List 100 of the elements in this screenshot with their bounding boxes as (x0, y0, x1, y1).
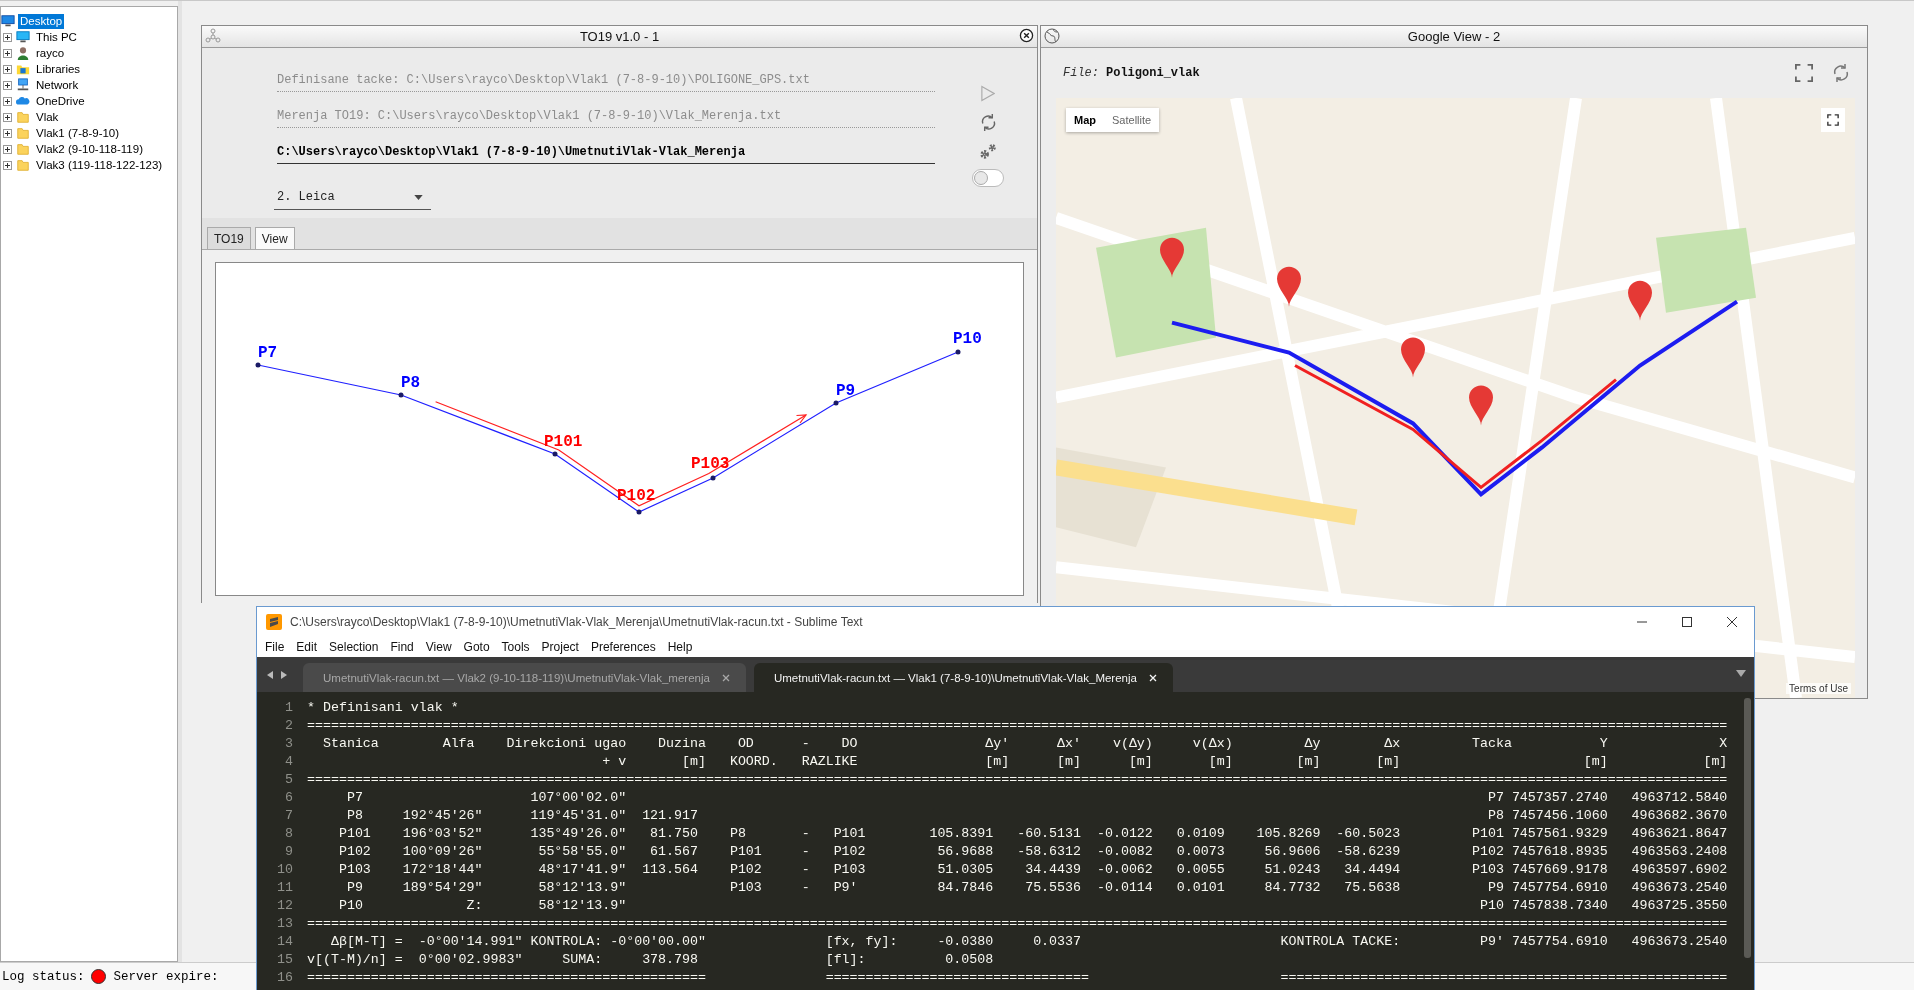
menu-item[interactable]: Edit (296, 640, 318, 654)
survey-point (955, 349, 961, 355)
window-title: C:\Users\rayco\Desktop\Vlak1 (7-8-9-10)\UmetnutiVlak-Vlak_Merenja\UmetnutiVlak-racun.txt - Sublime Text (290, 615, 863, 629)
menu-item[interactable]: Goto (463, 640, 490, 654)
code-line: P101 196°03'52" 135°49'26.0" 81.750 P8 - P101 105.8391 -60.5131 -0.0122 0.0109 105.8269 -60.5023 P101 7457561.9329 4963621.8647 (337, 825, 1728, 841)
tree-item[interactable]: Vlak2 (9-10-118-119) (34, 141, 145, 157)
line-number: 7 (284, 807, 294, 823)
expand-icon[interactable] (3, 80, 12, 90)
menu-item[interactable]: Selection (329, 640, 379, 654)
code-line: P7 107°00'02.0" P7 7457357.2740 4963712.5840 (345, 789, 1728, 805)
close-icon (1726, 617, 1737, 627)
survey-point (255, 362, 261, 368)
person-icon (16, 46, 30, 60)
expand-icon[interactable] (3, 96, 12, 106)
status-label: Server expire: (113, 969, 219, 984)
dropdown-icon[interactable] (1736, 670, 1746, 677)
code-line: ================================================================================================================================================================================== (306, 771, 1728, 787)
point-label: P103 (691, 455, 730, 473)
terms-link[interactable]: Terms of Use (1786, 683, 1851, 694)
line-number: 16 (276, 969, 294, 985)
line-number: 14 (276, 933, 294, 949)
window-title: Google View - 2 (1407, 29, 1501, 44)
menu-item[interactable]: Preferences (590, 640, 656, 654)
expand-icon[interactable] (3, 32, 12, 42)
path-field[interactable]: C:\Users\rayco\Desktop\Vlak1 (7-8-9-10)\UmetnutiVlak-Vlak_Merenja (277, 134, 935, 164)
refresh-button[interactable] (1831, 62, 1851, 84)
code-line: * Definisani vlak * (306, 699, 459, 715)
editor-tab[interactable]: UmetnutiVlak-racun.txt — Vlak2 (9-10-118-119)\UmetnutiVlak-Vlak_merenja (303, 663, 746, 692)
survey-point (552, 451, 558, 457)
line-number: 9 (284, 843, 294, 859)
menu-item[interactable]: Project (541, 640, 579, 654)
point-label: P9 (836, 382, 856, 400)
line-number: 10 (276, 861, 294, 877)
editor-tab[interactable]: UmetnutiVlak-racun.txt — Vlak1 (7-8-9-10)\UmetnutiVlak-Vlak_Merenja (753, 663, 1173, 692)
expand-icon[interactable] (3, 48, 12, 58)
tree-item[interactable]: Vlak3 (119-118-122-123) (34, 157, 165, 173)
folder-icon (16, 126, 30, 140)
menu-item[interactable]: Tools (501, 640, 530, 654)
toggle-switch[interactable] (972, 169, 1004, 187)
code-line: P8 192°45'26" 119°45'31.0" 121.917 P8 7457456.1060 4963682.3670 (345, 807, 1728, 823)
expand-icon[interactable] (3, 128, 12, 138)
point-label: P101 (544, 433, 583, 451)
line-number: 5 (284, 771, 294, 787)
code-line: + v [m] KOORD. RAZLIKE [m] [m] [m] [m] [m] [m] [m] [m] (601, 753, 1728, 769)
tree-item[interactable]: Network (34, 77, 81, 93)
expand-icon[interactable] (3, 64, 12, 74)
tab[interactable]: TO19 (207, 227, 251, 249)
survey-point (398, 392, 404, 398)
code-line: Δβ[M-T] = -0°00'14.991" KONTROLA: -0°00'00.00" [fx, fy]: -0.0380 0.0337 KONTROLA TACKE: P9' 7457754.6910 4963673.2540 (329, 933, 1728, 949)
close-button[interactable] (1019, 28, 1035, 44)
line-number: 2 (284, 717, 294, 733)
tree-item[interactable]: rayco (34, 45, 67, 61)
code-line: ================================================== ================================= ======================================================== (306, 969, 1728, 985)
globe-icon (1044, 28, 1060, 44)
menu-item[interactable]: File (265, 640, 285, 654)
fullscreen-button[interactable] (1821, 108, 1845, 132)
map-type-tab[interactable]: Satellite (1104, 108, 1160, 132)
tree-item[interactable]: Vlak (34, 109, 61, 125)
line-number: 15 (276, 951, 294, 967)
code-line: Stanica Alfa Direkcioni ugao Duzina OD - DO Δy' Δx' v(Δy) v(Δx) Δy Δx Tacka Y X (321, 735, 1728, 751)
line-number: 8 (284, 825, 294, 841)
tree-item[interactable]: This PC (34, 29, 79, 45)
tree-item[interactable]: Desktop (18, 13, 65, 29)
fullscreen-button[interactable] (1795, 62, 1813, 84)
expand-icon[interactable] (3, 160, 12, 170)
file-label: File: (1063, 66, 1099, 80)
code-line: P9 189°54'29" 58°12'13.9" P103 - P9' 84.7846 75.5536 -0.0114 0.0101 84.7732 75.5638 P9 7457754.6910 4963673.2540 (345, 879, 1728, 895)
arrows-icon[interactable] (267, 669, 287, 680)
expand-icon[interactable] (3, 112, 12, 122)
line-number: 1 (284, 699, 294, 715)
point-label: P10 (953, 330, 982, 348)
dropdown[interactable]: 2. Leica (274, 180, 431, 210)
code-line: v[(T-M)/n] = 0°00'02.9983" SUMA: 378.798 [fl]: 0.0508 (306, 951, 994, 967)
line-number: 11 (276, 879, 294, 895)
map-type-tab[interactable]: Map (1066, 108, 1104, 132)
monitor-icon (16, 30, 30, 44)
tree-item[interactable]: OneDrive (34, 93, 87, 109)
expand-icon[interactable] (3, 144, 12, 154)
monitor-icon (1, 14, 15, 28)
survey-point (636, 509, 642, 515)
point-label: P8 (401, 374, 421, 392)
cloud-icon (16, 94, 30, 108)
point-label: P7 (258, 344, 278, 362)
tree-item[interactable]: Libraries (34, 61, 83, 77)
network-icon (16, 78, 30, 92)
status-label: Log status: (2, 969, 85, 984)
code-line: P102 100°09'26" 55°58'55.0" 61.567 P101 - P102 56.9688 -58.6312 -0.0082 0.0073 56.9606 -58.6239 P102 7457618.8935 4963563.2408 (337, 843, 1728, 859)
survey-point (833, 400, 839, 406)
tab[interactable]: View (254, 227, 295, 249)
menu-item[interactable]: Find (390, 640, 414, 654)
scrollbar[interactable] (1744, 698, 1751, 958)
app-icon (266, 614, 282, 630)
fullscreen-icon (1827, 114, 1839, 126)
menu-item[interactable]: Help (667, 640, 693, 654)
line-number: 3 (284, 735, 294, 751)
tree-item[interactable]: Vlak1 (7-8-9-10) (34, 125, 122, 141)
folder-icon (16, 110, 30, 124)
line-number: 6 (284, 789, 294, 805)
folder-icon (16, 142, 30, 156)
menu-item[interactable]: View (425, 640, 452, 654)
